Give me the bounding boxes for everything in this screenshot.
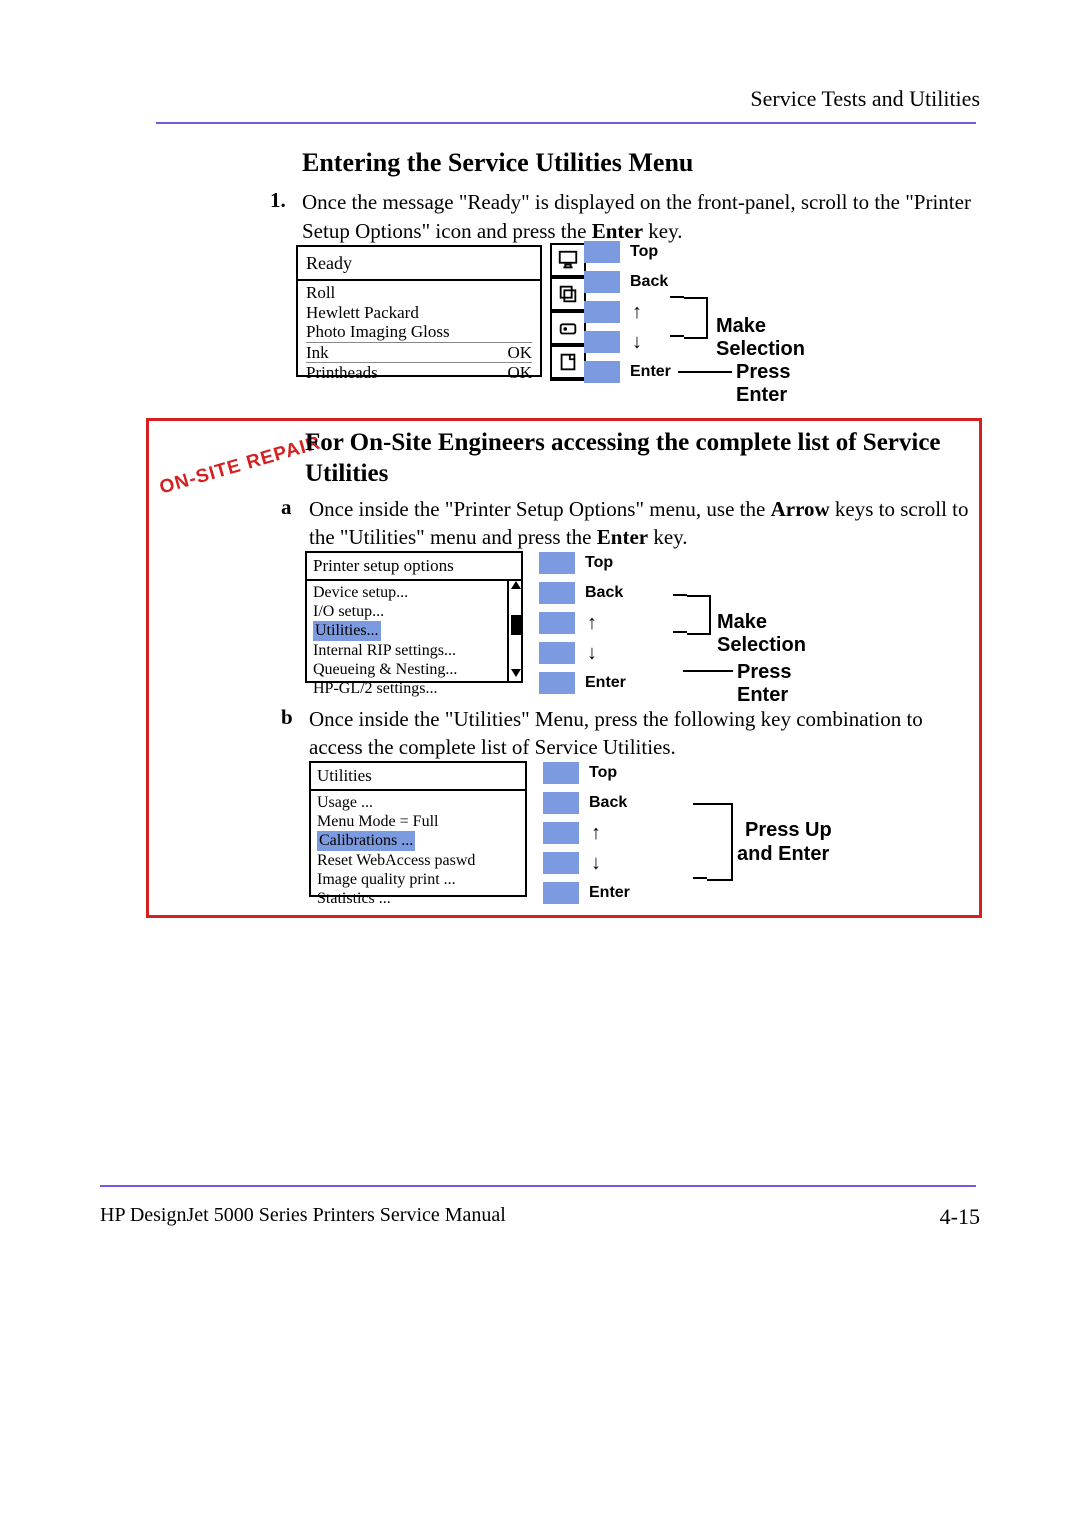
arrow-up-icon: ↑ [632, 302, 642, 322]
scroll-up-icon [511, 581, 521, 589]
scroll-thumb [511, 615, 521, 635]
key-label: Back [630, 273, 668, 291]
key-button[interactable] [543, 762, 579, 784]
key-label: Enter [589, 884, 630, 902]
footer-rule [100, 1185, 976, 1187]
key-label: Top [585, 554, 613, 572]
menu-item: Usage ... [317, 793, 519, 812]
scrollbar [507, 579, 523, 681]
menu-item: Statistics ... [317, 889, 519, 908]
key-button[interactable] [539, 672, 575, 694]
key-button[interactable] [539, 582, 575, 604]
bracket [707, 803, 733, 881]
lcd-title: Printer setup options [307, 553, 521, 581]
icon-column [550, 243, 584, 381]
front-panel-lcd: Ready Roll Hewlett Packard Photo Imaging… [296, 245, 542, 377]
key-label: Enter [585, 674, 626, 692]
line: InkOK [306, 342, 532, 363]
page-icon [550, 345, 586, 381]
menu-item: Queueing & Nesting... [313, 660, 515, 679]
footer-manual-title: HP DesignJet 5000 Series Printers Servic… [100, 1204, 506, 1227]
key-button[interactable] [584, 301, 620, 323]
bracket [684, 297, 708, 339]
annotation-and-enter: and Enter [737, 843, 829, 866]
key-button[interactable] [539, 612, 575, 634]
layers-icon [550, 277, 586, 311]
key-button[interactable] [584, 361, 620, 383]
line: Roll [306, 283, 532, 303]
menu-item: Image quality print ... [317, 870, 519, 889]
key-button[interactable] [539, 552, 575, 574]
arrow-down-icon: ↓ [587, 643, 597, 663]
key-label: Top [630, 243, 658, 261]
key-button[interactable] [584, 241, 620, 263]
menu-item: Internal RIP settings... [313, 641, 515, 660]
menu-item: HP-GL/2 settings... [313, 679, 515, 698]
menu-item-selected: Utilities... [313, 621, 381, 640]
arrow-up-icon: ↑ [587, 613, 597, 633]
lcd-body: Roll Hewlett Packard Photo Imaging Gloss… [298, 281, 540, 385]
key-button[interactable] [584, 271, 620, 293]
line: Photo Imaging Gloss [306, 322, 532, 342]
section-title: Entering the Service Utilities Menu [302, 148, 693, 178]
front-panel-lcd: Printer setup options Device setup... I/… [305, 551, 523, 683]
arrow-down-icon: ↓ [632, 332, 642, 352]
bracket [687, 595, 711, 635]
panel-3: Utilities Usage ... Menu Mode = Full Cal… [309, 761, 849, 901]
monitor-icon [550, 243, 586, 277]
key-label: Top [589, 764, 617, 782]
menu-item: Reset WebAccess paswd [317, 851, 519, 870]
key-button[interactable] [543, 822, 579, 844]
key-column: Top Back ↑ ↓ Enter [539, 549, 626, 699]
panel-2: Printer setup options Device setup... I/… [305, 551, 845, 691]
key-button[interactable] [543, 852, 579, 874]
menu-item: Menu Mode = Full [317, 812, 519, 831]
panel-1: Ready Roll Hewlett Packard Photo Imaging… [296, 245, 838, 383]
menu-item: Device setup... [313, 583, 515, 602]
annotation-make-selection: Make Selection [716, 315, 838, 361]
key-button[interactable] [539, 642, 575, 664]
key-button[interactable] [543, 792, 579, 814]
key-label: Back [585, 584, 623, 602]
lcd-body: Device setup... I/O setup... Utilities..… [307, 581, 521, 700]
cartridge-icon [550, 311, 586, 345]
annotation-press-up: Press Up [745, 819, 832, 842]
line: Hewlett Packard [306, 303, 532, 323]
lcd-body: Usage ... Menu Mode = Full Calibrations … [311, 791, 525, 910]
annotation-make-selection: Make Selection [717, 611, 845, 657]
key-label: Back [589, 794, 627, 812]
onsite-repair-stamp: ON-SITE REPAIR [157, 432, 323, 499]
menu-item-selected: Calibrations ... [317, 831, 415, 850]
header-rule [156, 122, 976, 124]
annotation-press-enter: Press Enter [737, 661, 845, 707]
step-b-text: Once inside the "Utilities" Menu, press … [309, 705, 949, 762]
arrow-down-icon: ↓ [591, 853, 601, 873]
key-button[interactable] [584, 331, 620, 353]
step-a-text: Once inside the "Printer Setup Options" … [309, 495, 973, 552]
page-header: Service Tests and Utilities [750, 86, 980, 112]
callout-box: ON-SITE REPAIR For On-Site Engineers acc… [146, 418, 982, 918]
scroll-down-icon [511, 669, 521, 677]
line: PrintheadsOK [306, 362, 532, 383]
arrow-up-icon: ↑ [591, 823, 601, 843]
key-column: Top Back ↑ ↓ Enter [543, 759, 630, 909]
key-button[interactable] [543, 882, 579, 904]
lcd-title: Utilities [311, 763, 525, 791]
lcd-title: Ready [298, 247, 540, 281]
key-label: Enter [630, 363, 671, 381]
footer-page-number: 4-15 [940, 1204, 980, 1230]
step-a-letter: a [281, 495, 292, 520]
step-b-letter: b [281, 705, 293, 730]
menu-item: I/O setup... [313, 602, 515, 621]
annotation-press-enter: Press Enter [736, 361, 838, 407]
callout-title: For On-Site Engineers accessing the comp… [305, 427, 969, 490]
front-panel-lcd: Utilities Usage ... Menu Mode = Full Cal… [309, 761, 527, 897]
step1-number: 1. [270, 188, 286, 213]
